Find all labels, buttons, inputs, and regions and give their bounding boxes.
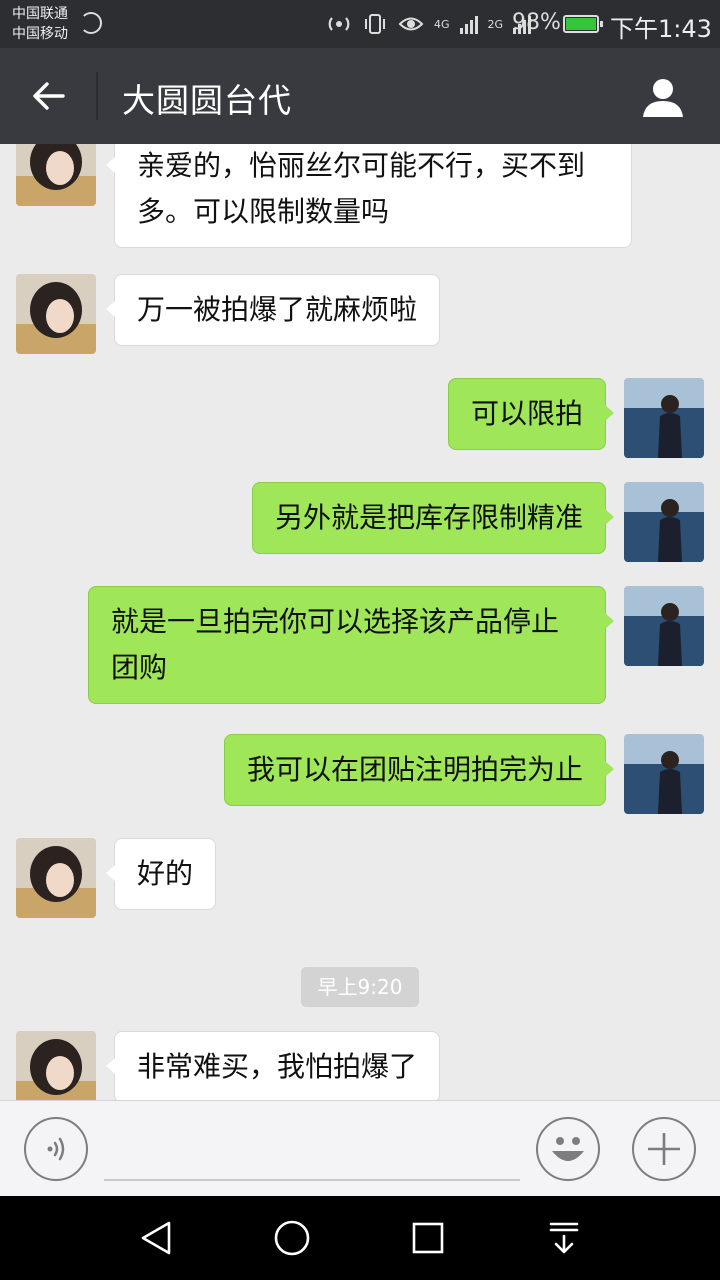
hotspot-icon: [328, 17, 350, 31]
my-avatar[interactable]: [624, 378, 704, 458]
avatar-image: [624, 734, 704, 814]
incoming-message[interactable]: 非常难买，我怕拍爆了: [105, 1031, 441, 1100]
pull-down-icon: [549, 1222, 579, 1254]
nav-recents-button[interactable]: [404, 1214, 452, 1262]
outgoing-message[interactable]: 我可以在团贴注明拍完为止: [223, 734, 615, 806]
incoming-message[interactable]: 亲爱的，怡丽丝尔可能不行，买不到多。可以限制数量吗: [106, 144, 632, 248]
plus-icon: [648, 1133, 680, 1165]
outgoing-message[interactable]: 就是一旦拍完你可以选择该产品停止团购: [88, 586, 614, 704]
square-recents-icon: [412, 1222, 444, 1254]
chat-info-button[interactable]: [636, 70, 690, 124]
voice-icon: [47, 1137, 65, 1161]
battery-percentage: 98%: [512, 10, 561, 35]
more-button[interactable]: [632, 1117, 696, 1181]
arrow-left-icon: [33, 82, 65, 110]
person-icon: [643, 79, 683, 117]
emoji-button[interactable]: [536, 1117, 600, 1181]
status-bar: 中国联通 中国移动 4G 2G 98% 下午1:43: [0, 0, 720, 48]
circle-home-icon: [274, 1220, 310, 1256]
nav-home-button[interactable]: [268, 1214, 316, 1262]
nav-notification-button[interactable]: [540, 1214, 588, 1262]
chat-header: 大圆圆台代: [0, 48, 720, 144]
battery-icon: [563, 15, 603, 33]
avatar-image: [16, 838, 96, 918]
voice-button[interactable]: [24, 1117, 88, 1181]
outgoing-message[interactable]: 另外就是把库存限制精准: [251, 482, 615, 554]
carrier-info: 中国联通 中国移动: [12, 4, 68, 44]
input-bar: [0, 1100, 720, 1196]
header-divider: [96, 72, 98, 120]
avatar-image: [624, 378, 704, 458]
status-icons: 4G 2G: [326, 12, 532, 36]
avatar-image: [624, 482, 704, 562]
message-list[interactable]: 亲爱的，怡丽丝尔可能不行，买不到多。可以限制数量吗 万一被拍爆了就麻烦啦 可以限…: [0, 144, 720, 1100]
network-2g-label: 2G: [487, 17, 504, 31]
smiley-icon: [552, 1137, 584, 1161]
contact-avatar[interactable]: [16, 1031, 96, 1100]
incoming-message[interactable]: 好的: [105, 838, 217, 910]
chat-title: 大圆圆台代: [122, 81, 292, 120]
avatar-image: [624, 586, 704, 666]
avatar-image: [16, 1031, 96, 1100]
carrier-1: 中国联通: [12, 6, 68, 22]
contact-avatar[interactable]: [16, 274, 96, 354]
my-avatar[interactable]: [624, 586, 704, 666]
clock: 下午1:43: [610, 15, 712, 43]
avatar-image: [16, 274, 96, 354]
timestamp-badge: 早上9:20: [301, 967, 419, 1007]
outgoing-message[interactable]: 可以限拍: [447, 378, 615, 450]
eye-icon: [398, 17, 424, 31]
back-button[interactable]: [22, 72, 74, 120]
avatar-image: [16, 144, 96, 206]
carrier-2: 中国移动: [12, 26, 68, 42]
message-input[interactable]: [104, 1125, 520, 1181]
sync-icon: [80, 12, 102, 34]
contact-avatar[interactable]: [16, 144, 96, 206]
vibrate-icon: [365, 14, 385, 34]
triangle-back-icon: [141, 1221, 171, 1255]
signal-icon: [459, 14, 478, 34]
system-nav-bar: [0, 1196, 720, 1280]
nav-back-button[interactable]: [132, 1214, 180, 1262]
incoming-message[interactable]: 万一被拍爆了就麻烦啦: [105, 274, 441, 346]
my-avatar[interactable]: [624, 482, 704, 562]
network-4g-label: 4G: [434, 17, 450, 31]
my-avatar[interactable]: [624, 734, 704, 814]
contact-avatar[interactable]: [16, 838, 96, 918]
